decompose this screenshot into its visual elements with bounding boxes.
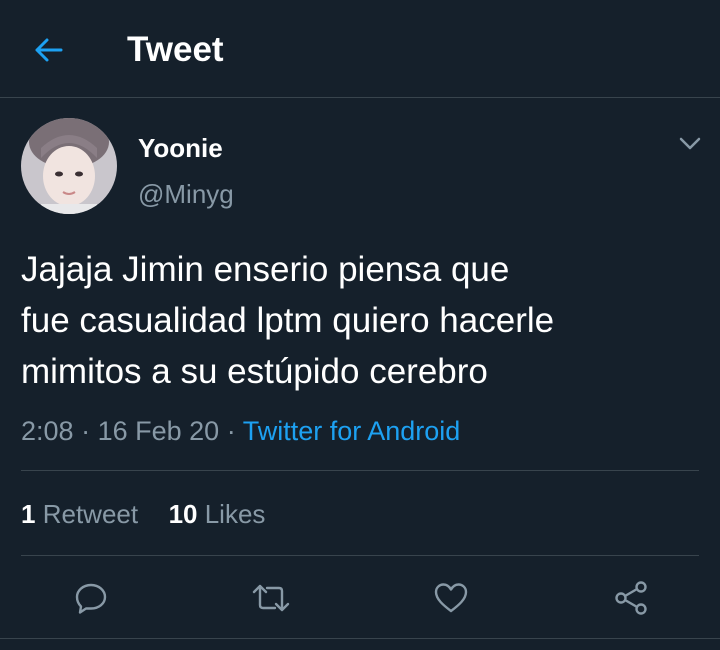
avatar-photo: [21, 118, 117, 214]
share-button[interactable]: [609, 576, 653, 620]
retweets-label: Retweet: [42, 499, 139, 529]
tweet-date: 16 Feb 20: [97, 416, 220, 446]
divider: [0, 638, 720, 639]
meta-separator: ·: [81, 416, 91, 446]
tweet-text-line: mimitos a su estúpido cerebro: [21, 352, 488, 391]
reply-icon: [75, 583, 107, 614]
like-icon: [434, 583, 468, 613]
retweets-stat[interactable]: 1 Retweet: [21, 499, 138, 529]
share-icon: [615, 581, 647, 615]
action-bar: [0, 570, 720, 626]
tweet-meta: 2:08 · 16 Feb 20 · Twitter for Android: [21, 412, 460, 450]
likes-stat[interactable]: 10 Likes: [169, 499, 266, 529]
arrow-left-icon: [35, 38, 63, 62]
tweet-stats: 1 Retweet 10 Likes: [21, 496, 265, 532]
tweet-text-line: fue casualidad lptm quiero hacerle: [21, 301, 555, 340]
back-button[interactable]: [22, 26, 74, 74]
likes-label: Likes: [204, 499, 266, 529]
top-bar: Tweet: [0, 0, 720, 98]
user-handle[interactable]: @Minyg: [138, 178, 234, 210]
likes-count: 10: [168, 499, 198, 529]
tweet-options-button[interactable]: [674, 130, 706, 158]
divider: [21, 555, 699, 556]
tweet-time: 2:08: [21, 416, 74, 446]
divider: [21, 470, 699, 471]
tweet-source-link[interactable]: Twitter for Android: [243, 416, 461, 446]
retweet-button[interactable]: [249, 576, 293, 620]
page-title: Tweet: [127, 30, 224, 69]
avatar[interactable]: [21, 118, 117, 214]
retweet-icon: [252, 584, 290, 612]
chevron-down-icon: [679, 137, 701, 150]
user-name[interactable]: Yoonie: [138, 132, 223, 164]
retweets-count: 1: [21, 499, 36, 529]
meta-separator: ·: [226, 416, 236, 446]
tweet-text: Jajaja Jimin enserio piensa que fue casu…: [21, 244, 701, 397]
reply-button[interactable]: [69, 576, 113, 620]
like-button[interactable]: [429, 576, 473, 620]
tweet-text-line: Jajaja Jimin enserio piensa que: [21, 250, 510, 289]
